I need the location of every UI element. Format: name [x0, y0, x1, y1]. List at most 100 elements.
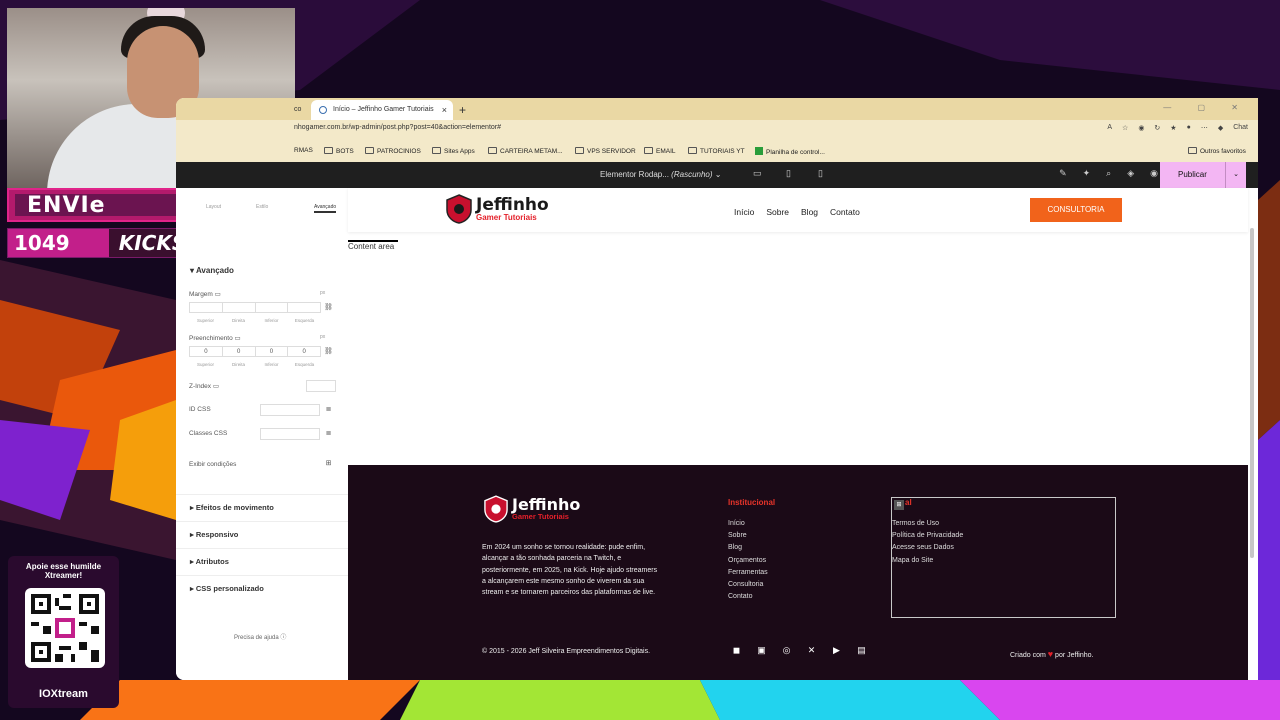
shield-logo-icon	[446, 194, 472, 224]
new-tab-button[interactable]: +	[459, 100, 466, 120]
name-banner-text: ENVIe	[27, 193, 106, 218]
footer-link[interactable]: Consultoria	[728, 579, 768, 591]
footer-link[interactable]: Orçamentos	[728, 555, 768, 567]
margin-unit[interactable]: px	[320, 290, 325, 296]
address-bar[interactable]: nhogamer.com.br/wp-admin/post.php?post=4…	[176, 120, 1258, 142]
help-link[interactable]: Precisa de ajuda ⓘ	[234, 632, 286, 641]
url-text[interactable]: nhogamer.com.br/wp-admin/post.php?post=4…	[294, 124, 501, 131]
tab-previous[interactable]: co	[294, 100, 301, 120]
notifications-icon[interactable]: ✦	[1083, 168, 1091, 179]
bookmark-folder[interactable]: VPS SERVIDOR	[575, 147, 636, 155]
nav-contato[interactable]: Contato	[830, 207, 860, 217]
refresh-extension-icon[interactable]: ↻	[1154, 124, 1160, 132]
bookmark-folder[interactable]: PATROCINIOS	[365, 147, 421, 155]
accordion-motion-effects[interactable]: ▸ Efeitos de movimento	[176, 494, 348, 520]
site-footer[interactable]: Jeffinho Gamer Tutoriais Em 2024 um sonh…	[348, 465, 1248, 680]
footer-logo[interactable]: Jeffinho Gamer Tutoriais	[484, 495, 580, 523]
qr-donation-card: Apoie esse humilde Xtreamer! IOXtream	[8, 556, 119, 708]
menu-dots-icon[interactable]: ⋯	[1201, 124, 1208, 132]
bookmarks-bar: RMAS BOTS PATROCINIOS Sites Apps CARTEIR…	[176, 142, 1258, 163]
folder-icon	[432, 147, 441, 154]
footer-link[interactable]: Sobre	[728, 530, 768, 542]
folder-icon	[575, 147, 584, 154]
chat-label[interactable]: Chat	[1233, 124, 1248, 132]
footer-link[interactable]: Política de Privacidade	[892, 530, 963, 542]
tab-layout[interactable]: Layout	[206, 204, 221, 210]
margin-side-labels: Superior Direita Inferior Esquerda	[196, 318, 315, 323]
youtube-icon[interactable]: ▶	[830, 645, 843, 656]
footer-social-icons: ◼ ▣ ◎ ✕ ▶ ▤	[730, 645, 868, 656]
mobile-view-icon[interactable]: ▯	[818, 168, 830, 180]
profile-avatar[interactable]: ●	[1187, 124, 1191, 132]
search-icon[interactable]: ⌕	[1106, 168, 1111, 179]
bookmark-folder[interactable]: TUTORIAIS YT	[688, 147, 745, 155]
nav-inicio[interactable]: Início	[734, 207, 754, 217]
chevron-down-icon[interactable]: ⌄	[1225, 162, 1246, 188]
footer-link[interactable]: Mapa do Site	[892, 555, 963, 567]
editor-canvas: Jeffinho Gamer Tutoriais Início Sobre Bl…	[348, 188, 1248, 680]
conditions-icon[interactable]: ⊞	[323, 458, 334, 470]
copilot-icon[interactable]: ◆	[1218, 124, 1223, 132]
window-controls[interactable]: — ▢ ✕	[1163, 103, 1250, 112]
extension-icon[interactable]: ◉	[1138, 124, 1144, 132]
tab-active[interactable]: Início – Jeffinho Gamer Tutoriais ×	[311, 100, 453, 120]
nav-sobre[interactable]: Sobre	[766, 207, 789, 217]
qr-title: Apoie esse humilde Xtreamer!	[25, 562, 102, 580]
accordion-responsive[interactable]: ▸ Responsivo	[176, 521, 348, 547]
site-header: Jeffinho Gamer Tutoriais Início Sobre Bl…	[348, 188, 1248, 232]
preview-eye-icon[interactable]: ◉	[1150, 168, 1158, 179]
footer-credit: Criado com ♥ por Jeffinho.	[1010, 649, 1094, 659]
link-values-icon[interactable]: ⛓	[323, 302, 334, 313]
favorite-star-icon[interactable]: ☆	[1122, 124, 1128, 132]
bookmark-folder[interactable]: EMAIL	[644, 147, 676, 155]
linkedin-icon[interactable]: ▤	[855, 645, 868, 656]
twitch-icon[interactable]: ▣	[755, 645, 768, 656]
tablet-view-icon[interactable]: ▯	[786, 168, 798, 180]
bookmark-item[interactable]: RMAS	[294, 147, 313, 154]
favorites-icon[interactable]: ★	[1170, 124, 1176, 132]
kick-icon[interactable]: ◼	[730, 645, 743, 656]
dynamic-tags-icon[interactable]: ≣	[323, 404, 334, 416]
bookmark-other[interactable]: Outros favoritos	[1188, 147, 1246, 155]
consultoria-button[interactable]: CONSULTORIA	[1030, 198, 1122, 222]
layers-icon[interactable]: ◈	[1127, 168, 1134, 179]
canvas-scrollbar[interactable]	[1250, 228, 1254, 558]
footer-link[interactable]: Acesse seus Dados	[892, 542, 963, 554]
footer-link[interactable]: Termos de Uso	[892, 518, 963, 530]
publish-button[interactable]: Publicar ⌄	[1160, 162, 1246, 188]
bookmark-folder[interactable]: Sites Apps	[432, 147, 475, 155]
zindex-input[interactable]	[306, 380, 336, 392]
bookmark-folder[interactable]: BOTS	[324, 147, 354, 155]
dynamic-tags-icon[interactable]: ≣	[323, 428, 334, 440]
nav-blog[interactable]: Blog	[801, 207, 818, 217]
footer-link[interactable]: Ferramentas	[728, 567, 768, 579]
document-title[interactable]: Elementor Rodap... (Rascunho) ⌄	[600, 170, 721, 179]
margin-inputs[interactable]	[189, 302, 321, 313]
x-icon[interactable]: ✕	[805, 645, 818, 656]
edit-icon[interactable]: ✎	[1059, 168, 1067, 179]
read-aloud-icon[interactable]: A	[1107, 124, 1112, 132]
css-classes-input[interactable]	[260, 428, 320, 440]
bookmark-sheet[interactable]: Planilha de control...	[755, 147, 825, 156]
widget-handle-icon[interactable]: ⊞	[894, 500, 904, 510]
instagram-icon[interactable]: ◎	[780, 645, 793, 656]
site-logo[interactable]: Jeffinho Gamer Tutoriais	[446, 194, 549, 224]
desktop-view-icon[interactable]: ▭	[753, 168, 765, 180]
accordion-attributes[interactable]: ▸ Atributos	[176, 548, 348, 574]
padding-unit[interactable]: px	[320, 334, 325, 340]
bookmark-folder[interactable]: CARTEIRA METAM...	[488, 147, 563, 155]
link-values-icon[interactable]: ⛓	[323, 346, 334, 357]
tab-style[interactable]: Estilo	[256, 204, 268, 210]
folder-icon	[488, 147, 497, 154]
footer-link[interactable]: Contato	[728, 591, 768, 603]
footer-link[interactable]: Blog	[728, 542, 768, 554]
padding-inputs[interactable]: 0000	[189, 346, 321, 357]
content-area[interactable]: Content area	[348, 240, 399, 251]
css-id-input[interactable]	[260, 404, 320, 416]
close-tab-icon[interactable]: ×	[442, 100, 447, 120]
section-advanced-header[interactable]: ▾ Avançado	[190, 266, 234, 275]
tab-advanced[interactable]: Avançado	[314, 204, 337, 213]
accordion-custom-css[interactable]: ▸ CSS personalizado	[176, 575, 348, 601]
footer-about-text: Em 2024 um sonho se tornou realidade: pu…	[482, 544, 658, 597]
footer-link[interactable]: Início	[728, 518, 768, 530]
